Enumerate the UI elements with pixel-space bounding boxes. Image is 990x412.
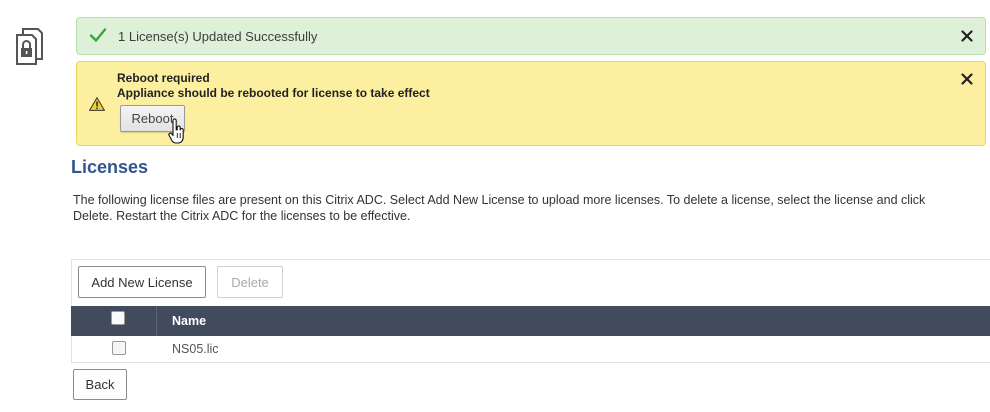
warning-message: Appliance should be rebooted for license… bbox=[117, 86, 430, 100]
add-new-license-button[interactable]: Add New License bbox=[78, 266, 206, 298]
select-all-checkbox[interactable] bbox=[111, 311, 125, 325]
checkmark-icon bbox=[89, 28, 107, 42]
success-notification: 1 License(s) Updated Successfully bbox=[76, 17, 986, 55]
warning-icon bbox=[89, 97, 105, 111]
row-checkbox[interactable] bbox=[112, 341, 126, 355]
page-description: The following license files are present … bbox=[73, 193, 926, 223]
license-lock-icon bbox=[16, 28, 43, 65]
column-divider bbox=[156, 306, 157, 336]
hand-pointer-icon bbox=[168, 118, 184, 144]
warning-title: Reboot required bbox=[117, 71, 210, 85]
column-header-name[interactable]: Name bbox=[172, 314, 206, 328]
success-message: 1 License(s) Updated Successfully bbox=[118, 29, 318, 44]
license-toolbar: Add New License Delete bbox=[71, 259, 990, 306]
license-file-name: NS05.lic bbox=[172, 342, 219, 356]
close-icon[interactable] bbox=[961, 30, 973, 42]
reboot-warning-notification: Reboot required Appliance should be rebo… bbox=[76, 61, 986, 146]
close-icon[interactable] bbox=[961, 73, 973, 85]
back-button[interactable]: Back bbox=[73, 369, 127, 400]
table-row[interactable]: NS05.lic bbox=[71, 336, 990, 363]
table-header: Name bbox=[71, 306, 990, 336]
page-title: Licenses bbox=[71, 157, 149, 177]
delete-button[interactable]: Delete bbox=[217, 266, 283, 298]
